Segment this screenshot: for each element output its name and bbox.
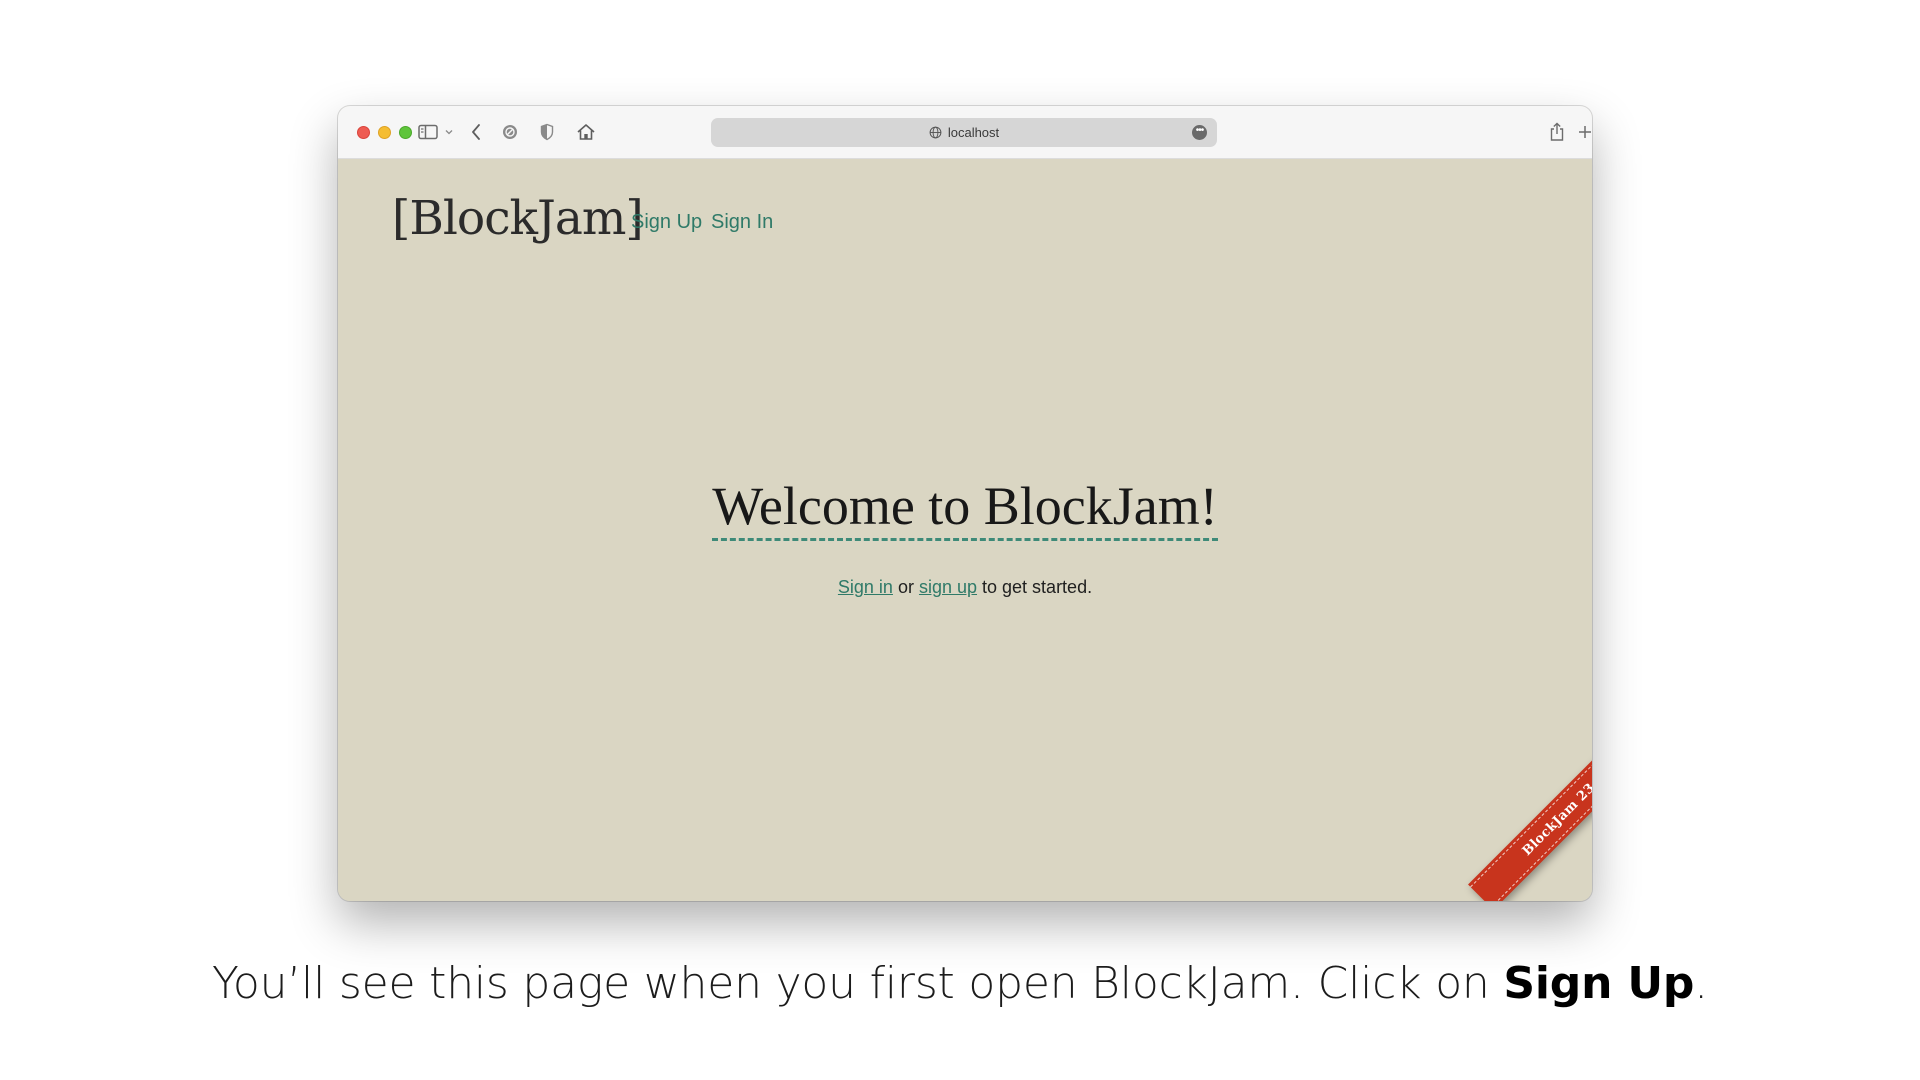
get-started-suffix: to get started. [977,577,1093,598]
browser-toolbar: localhost ••• [338,106,1592,159]
instruction-caption: You’ll see this page when you first open… [0,958,1920,1009]
web-page: [BlockJam] Sign Up Sign In Welcome to Bl… [338,159,1592,901]
slide: localhost ••• [BlockJam] Sign Up Sign In… [0,0,1920,1080]
close-window-button[interactable] [357,126,370,139]
hero-section: Welcome to BlockJam! Sign in or sign up … [338,476,1592,598]
page-menu-icon[interactable]: ••• [1192,125,1207,140]
sign-in-link[interactable]: Sign in [838,577,893,597]
get-started-text: Sign in or sign up to get started. [338,577,1592,598]
welcome-heading: Welcome to BlockJam! [712,476,1218,542]
ribbon-band: BlockJam 23 [1468,741,1592,901]
privacy-shield-icon[interactable] [538,120,556,144]
zoom-window-button[interactable] [399,126,412,139]
corner-ribbon: BlockJam 23 [1432,741,1592,901]
blocked-content-icon[interactable] [500,120,520,144]
sign-up-link[interactable]: sign up [919,577,977,597]
chevron-down-icon[interactable] [442,120,456,144]
nav-sign-in-link[interactable]: Sign In [711,211,773,234]
globe-icon [929,126,942,139]
caption-emphasis: Sign Up [1503,958,1695,1009]
back-arrow-icon[interactable] [466,120,486,144]
sidebar-toggle-icon[interactable] [416,120,440,144]
browser-window: localhost ••• [BlockJam] Sign Up Sign In… [338,106,1592,901]
url-text: localhost [947,125,1000,140]
ribbon-stitching [1470,741,1592,901]
site-logo[interactable]: [BlockJam] [392,191,644,246]
nav-sign-up-link[interactable]: Sign Up [631,211,702,234]
minimize-window-button[interactable] [378,126,391,139]
or-text: or [892,577,919,598]
share-icon[interactable] [1546,120,1568,144]
address-bar[interactable]: localhost ••• [711,118,1217,147]
caption-prefix: You’ll see this page when you first open… [212,958,1504,1009]
caption-suffix: . [1694,958,1708,1009]
new-tab-plus-icon[interactable] [1574,120,1592,144]
home-icon[interactable] [574,120,598,144]
ribbon-label: BlockJam 23 [1519,780,1592,859]
